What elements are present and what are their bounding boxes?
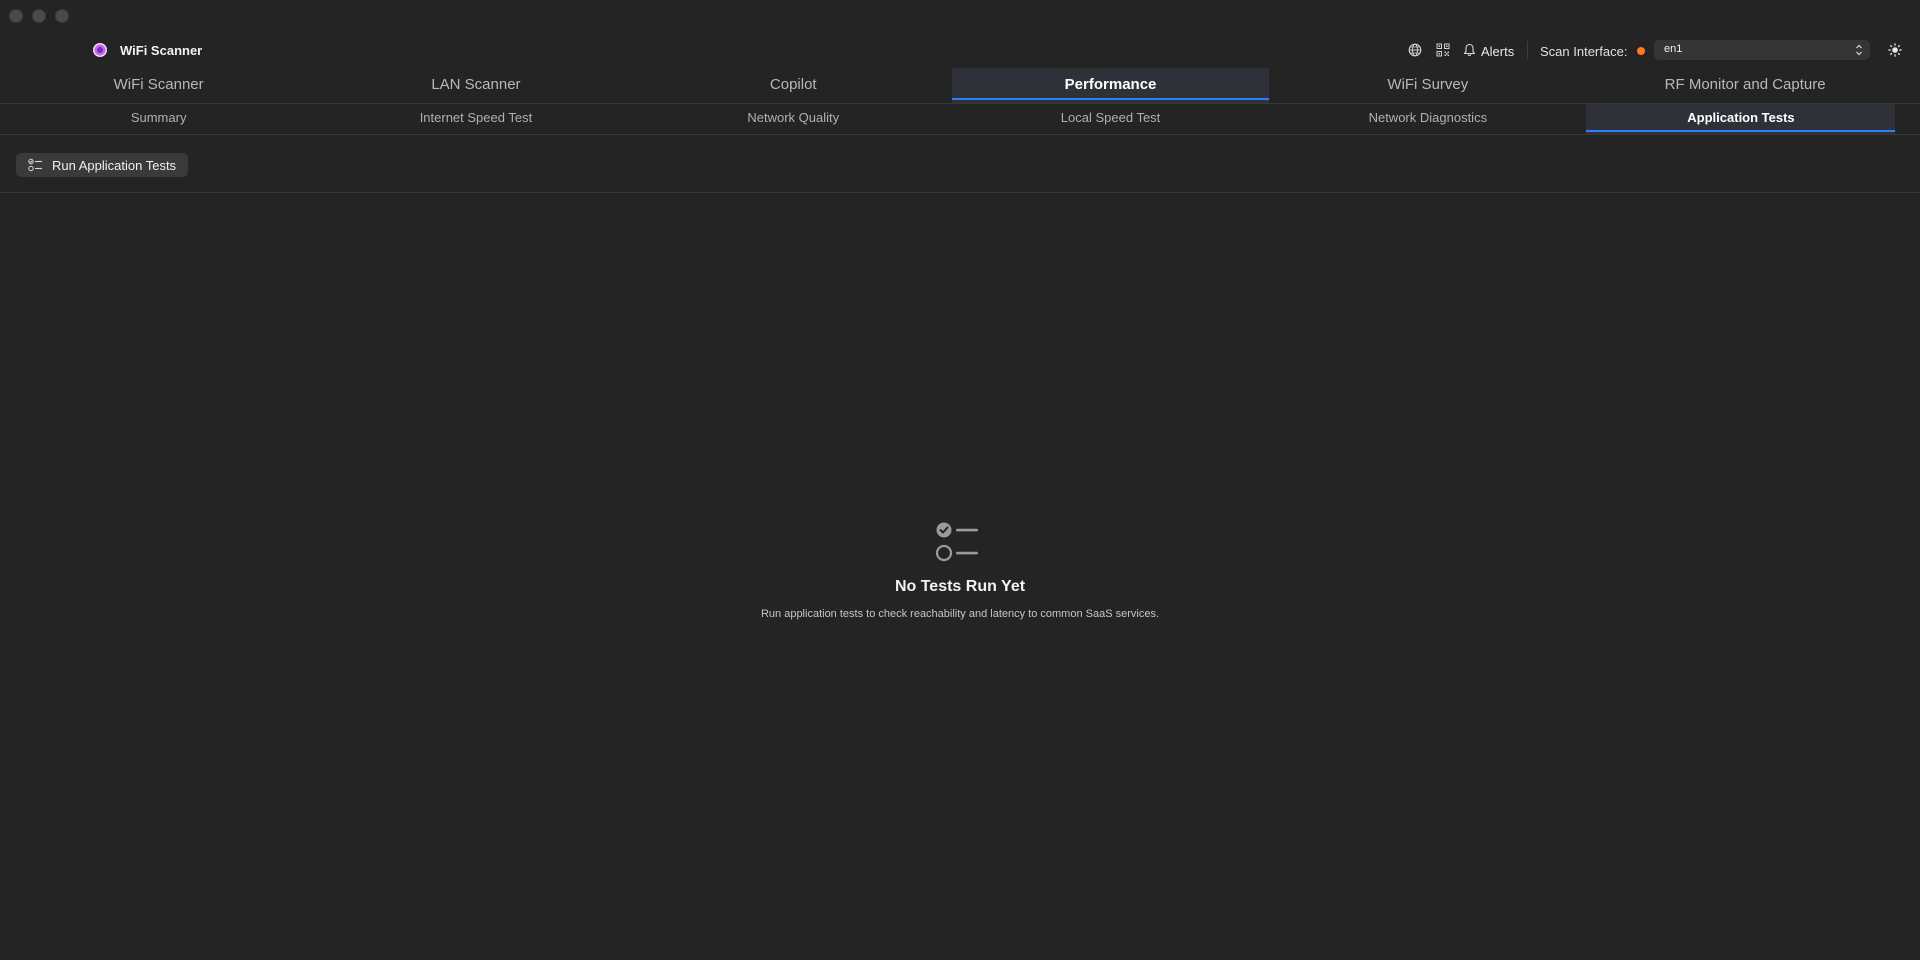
sun-icon[interactable] bbox=[1888, 43, 1902, 57]
alerts-button[interactable]: Alerts bbox=[1481, 44, 1514, 59]
subtab-local-speed-test[interactable]: Local Speed Test bbox=[952, 104, 1269, 134]
empty-state: No Tests Run Yet Run application tests t… bbox=[0, 520, 1920, 620]
subtab-internet-speed-test[interactable]: Internet Speed Test bbox=[317, 104, 634, 134]
app-logo-icon bbox=[93, 43, 107, 57]
app-title: WiFi Scanner bbox=[120, 43, 203, 58]
close-window-button[interactable] bbox=[9, 9, 23, 23]
chevron-up-down-icon bbox=[1856, 44, 1862, 56]
zoom-window-button[interactable] bbox=[55, 9, 69, 23]
subtab-application-tests[interactable]: Application Tests bbox=[1586, 104, 1896, 134]
tab-lan-scanner[interactable]: LAN Scanner bbox=[317, 68, 634, 103]
tab-wifi-survey[interactable]: WiFi Survey bbox=[1269, 68, 1586, 103]
run-application-tests-label: Run Application Tests bbox=[52, 157, 177, 173]
action-bar: Run Application Tests bbox=[0, 135, 1920, 193]
title-bar bbox=[0, 0, 1920, 30]
subtab-network-diagnostics[interactable]: Network Diagnostics bbox=[1269, 104, 1586, 134]
main-tab-bar: WiFi Scanner LAN Scanner Copilot Perform… bbox=[0, 68, 1920, 104]
empty-state-title: No Tests Run Yet bbox=[894, 578, 1026, 595]
subtab-network-quality[interactable]: Network Quality bbox=[635, 104, 952, 134]
tab-rf-monitor[interactable]: RF Monitor and Capture bbox=[1586, 68, 1903, 103]
globe-icon[interactable] bbox=[1408, 43, 1422, 57]
bell-icon[interactable] bbox=[1463, 43, 1476, 57]
empty-state-subtitle: Run application tests to check reachabil… bbox=[760, 608, 1160, 620]
scan-interface-select[interactable]: en1 bbox=[1654, 40, 1870, 60]
tab-performance[interactable]: Performance bbox=[951, 68, 1270, 103]
app-window: WiFi Scanner Alerts Scan Interface: en1 … bbox=[0, 0, 1920, 960]
checklist-icon bbox=[28, 158, 42, 172]
sub-tab-bar: Summary Internet Speed Test Network Qual… bbox=[0, 104, 1920, 135]
qr-code-icon[interactable] bbox=[1436, 43, 1450, 57]
run-application-tests-button[interactable]: Run Application Tests bbox=[16, 153, 189, 177]
checklist-icon bbox=[935, 522, 978, 562]
tab-copilot[interactable]: Copilot bbox=[635, 68, 952, 103]
toolbar: WiFi Scanner Alerts Scan Interface: en1 bbox=[0, 36, 1920, 66]
interface-status-indicator bbox=[1637, 47, 1645, 55]
minimize-window-button[interactable] bbox=[32, 9, 46, 23]
subtab-summary[interactable]: Summary bbox=[0, 104, 317, 134]
toolbar-divider bbox=[1527, 41, 1528, 59]
scan-interface-value: en1 bbox=[1664, 43, 1683, 55]
scan-interface-label: Scan Interface: bbox=[1540, 44, 1628, 59]
tab-wifi-scanner[interactable]: WiFi Scanner bbox=[0, 68, 317, 103]
